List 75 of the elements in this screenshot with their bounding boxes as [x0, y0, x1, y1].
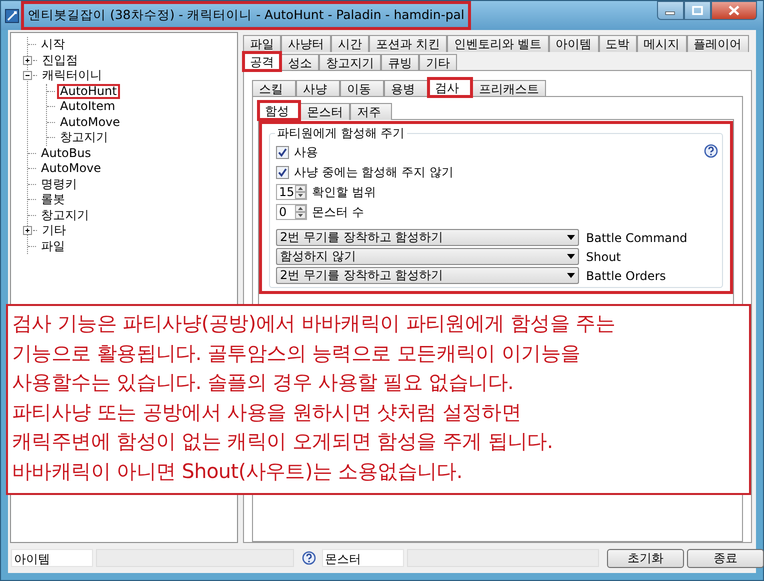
tab[interactable]: 기타 [419, 54, 457, 71]
tab[interactable]: 도박 [598, 35, 637, 52]
window-title: 엔티봇길잡이 (38차수정) - 캐릭터이니 - AutoHunt - Paladin - hamdin-pal [21, 1, 472, 30]
note-line: 사용할수는 있습니다. 솔플의 경우 사용할 필요 없습니다. [12, 369, 515, 396]
tree-item[interactable]: 창고지기 [57, 130, 111, 146]
dropdown[interactable]: 2번 무기를 장착하고 함성하기 [276, 267, 579, 284]
note-line: 파티사냥 또는 공방에서 사용을 원하시면 샷처럼 설정하면 [12, 398, 522, 426]
tree-item[interactable]: 진입점 [39, 52, 81, 68]
tab[interactable]: 아이템 [548, 35, 599, 52]
tab[interactable]: 함성 [258, 101, 300, 120]
tree-item[interactable]: AutoHunt [57, 84, 120, 99]
dropdown[interactable]: 함성하지 않기 [276, 248, 579, 265]
note-line: 캐릭주변에 함성이 없는 캐릭이 오게되면 함성을 주게 됩니다. [12, 428, 554, 455]
caret-icon [567, 235, 575, 240]
tab[interactable]: 프리캐스트 [472, 80, 546, 97]
tree-item[interactable]: 창고지기 [38, 208, 92, 223]
tree-item[interactable]: AutoItem [57, 99, 118, 114]
close-button[interactable] [711, 1, 757, 20]
tree-item[interactable]: 기타 [39, 223, 69, 238]
tab[interactable]: 메시지 [636, 35, 687, 52]
tab[interactable]: 사냥 [296, 80, 340, 97]
caret-icon [567, 273, 575, 278]
checkbox-label: 사용 [294, 144, 318, 160]
tree-item[interactable]: 롤봇 [38, 192, 68, 208]
collapse-icon[interactable] [23, 71, 32, 80]
note-line: 검사 기능은 파티사냥(공방)에서 바바캐릭이 파티원에게 함성을 주는 [12, 310, 616, 337]
expand-icon[interactable] [23, 56, 32, 65]
tab[interactable]: 이동 [340, 80, 384, 97]
tab[interactable]: 파일 [243, 35, 281, 52]
tab[interactable]: 사냥터 [281, 35, 331, 52]
spinner-label: 확인할 범위 [312, 184, 376, 200]
number-spinner[interactable]: 0 [276, 204, 307, 220]
note-line: 바바캐릭이 아니면 Shout(사우트)는 소용없습니다. [12, 458, 464, 484]
dropdown-label: Battle Orders [586, 268, 666, 282]
exit-button[interactable]: 종료 [687, 548, 764, 568]
tab[interactable]: 용병 [384, 80, 428, 97]
tab[interactable]: 저주 [350, 103, 392, 120]
tree-item[interactable]: 시작 [38, 37, 68, 52]
dropdown-label: Battle Command [586, 230, 688, 244]
help-icon[interactable] [704, 144, 718, 158]
tab[interactable]: 몬스터 [300, 103, 350, 120]
note-line: 기능으로 활용됩니다. 골투암스의 능력으로 모든캐릭이 이기능을 [12, 340, 582, 366]
tab[interactable]: 시간 [331, 35, 369, 52]
maximize-button[interactable] [684, 1, 711, 20]
tree-item[interactable]: 캐릭터이니 [39, 68, 105, 84]
expand-icon[interactable] [23, 226, 32, 236]
tree-item[interactable]: AutoMove [57, 114, 124, 130]
tab[interactable]: 스킬 [252, 80, 296, 97]
tree-item[interactable]: 명령키 [38, 176, 80, 192]
tab[interactable]: 큐빙 [381, 54, 419, 71]
tab[interactable]: 공격 [243, 52, 281, 71]
spinner-label: 몬스터 수 [312, 204, 364, 220]
tab[interactable]: 창고지기 [319, 54, 381, 71]
reset-button[interactable]: 초기화 [607, 548, 684, 568]
app-icon [5, 8, 19, 22]
checkbox-label: 사냥 중에는 함성해 주지 않기 [294, 164, 454, 180]
group-title: 파티원에게 함성해 주기 [275, 125, 407, 142]
tab[interactable]: 검사 [428, 78, 472, 97]
monster-field: 몬스터 [322, 549, 404, 567]
tree-item[interactable]: AutoMove [38, 161, 104, 176]
tab[interactable]: 플레이어 [686, 35, 749, 52]
tree-item[interactable]: AutoBus [38, 146, 94, 161]
dropdown[interactable]: 2번 무기를 장착하고 함성하기 [276, 229, 579, 246]
tab[interactable]: 성소 [281, 54, 319, 71]
dropdown-label: Shout [586, 250, 621, 264]
tab[interactable]: 포션과 치킨 [369, 35, 447, 52]
tab[interactable]: 인벤토리와 벨트 [446, 35, 549, 52]
item-field: 아이템 [11, 549, 93, 567]
caret-icon [567, 254, 575, 259]
help-icon[interactable] [302, 551, 316, 565]
checkbox[interactable] [276, 146, 289, 158]
minimize-button[interactable] [657, 1, 684, 20]
number-spinner[interactable]: 15 [276, 184, 307, 200]
checkbox[interactable] [276, 166, 289, 178]
tree-item[interactable]: 파일 [38, 238, 68, 254]
